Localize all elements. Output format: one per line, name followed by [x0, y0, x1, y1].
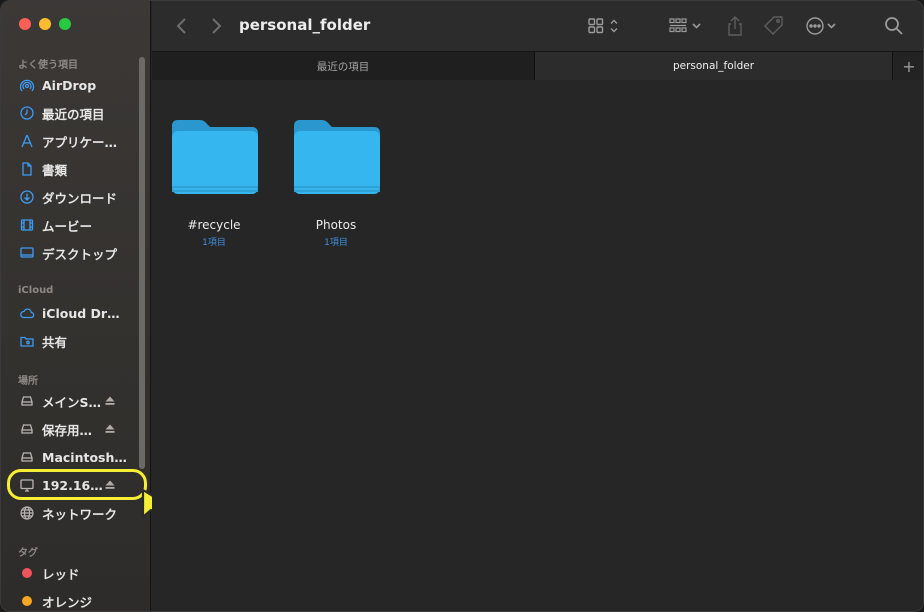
folder-name: Photos [315, 218, 357, 232]
sidebar-item-label: アプリケー… [42, 134, 118, 150]
file-browser: #recycle 1項目 Photos 1項目 [152, 81, 923, 611]
tag-button[interactable] [762, 14, 786, 38]
sidebar-item-network[interactable]: ネットワーク [19, 502, 139, 524]
sidebar-item-documents[interactable]: 書類 [19, 158, 139, 180]
tag-orange-dot-icon [22, 596, 32, 606]
tab-bar: 最近の項目 personal_folder + [152, 52, 923, 80]
tag-icon [764, 16, 783, 35]
folder-item-recycle[interactable]: #recycle 1項目 [159, 116, 269, 248]
folder-item-count: 1項目 [202, 238, 226, 248]
sidebar-item-tag-red[interactable]: レッド [19, 562, 139, 584]
ellipsis-circle-icon [806, 17, 836, 35]
minimize-window-button[interactable] [39, 18, 51, 30]
sidebar-item-recents[interactable]: 最近の項目 [19, 102, 139, 124]
sidebar-item-label: レッド [42, 566, 80, 582]
airdrop-icon [19, 77, 35, 93]
sidebar-item-label: AirDrop [42, 77, 97, 93]
folder-name: #recycle [187, 218, 241, 232]
finder-window: よく使う項目 AirDrop 最近の項目 アプリケー… 書類 ダウンロード ムー… [0, 0, 924, 612]
sidebar-item-tag-orange[interactable]: オレンジ [19, 590, 139, 611]
sidebar-item-desktop[interactable]: デスクトップ [19, 242, 139, 264]
sidebar-item-label: ネットワーク [42, 506, 118, 522]
film-icon [19, 217, 35, 233]
document-icon [19, 161, 35, 177]
sidebar-item-label: 共有 [42, 334, 68, 350]
search-button[interactable] [883, 14, 905, 38]
drive-icon [19, 449, 35, 465]
new-tab-button[interactable]: + [892, 52, 923, 80]
window-title: personal_folder [239, 16, 371, 34]
sidebar-item-macintosh[interactable]: Macintosh… [19, 446, 139, 468]
group-button[interactable] [668, 14, 706, 38]
window-controls [19, 18, 71, 30]
tag-red-dot-icon [22, 568, 32, 578]
applications-icon [19, 133, 35, 149]
sidebar-item-label: メインS… [42, 394, 102, 410]
highlight-annotation [7, 469, 147, 500]
cloud-icon [19, 305, 35, 321]
sidebar-item-label: ムービー [42, 218, 93, 234]
icloud-header: iCloud [18, 285, 54, 296]
sidebar-item-drive-main[interactable]: メインS… [19, 390, 139, 412]
action-menu-button[interactable] [804, 14, 840, 38]
group-grid-icon [669, 18, 701, 33]
network-globe-icon [19, 505, 35, 521]
sidebar-item-applications[interactable]: アプリケー… [19, 130, 139, 152]
download-icon [19, 189, 35, 205]
share-button[interactable] [725, 14, 745, 38]
sidebar-item-shared[interactable]: 共有 [19, 330, 139, 352]
desktop-icon [19, 245, 35, 261]
share-icon [728, 16, 742, 36]
folder-icon [294, 120, 380, 194]
locations-header: 場所 [18, 376, 38, 387]
sidebar-item-movies[interactable]: ムービー [19, 214, 139, 236]
search-icon [885, 17, 903, 35]
shared-folder-icon [19, 333, 35, 349]
back-chevron-icon[interactable] [172, 15, 192, 37]
zoom-window-button[interactable] [59, 18, 71, 30]
sidebar-item-label: ダウンロード [42, 190, 118, 206]
sidebar-item-airdrop[interactable]: AirDrop [19, 74, 139, 96]
clock-icon [19, 105, 35, 121]
tab-recents[interactable]: 最近の項目 [152, 52, 535, 80]
sidebar-item-icloud-drive[interactable]: iCloud Drive [19, 302, 139, 324]
sidebar-item-label: 保存用… [42, 422, 93, 438]
drive-icon [19, 421, 35, 437]
favorites-header: よく使う項目 [18, 60, 78, 71]
sidebar: よく使う項目 AirDrop 最近の項目 アプリケー… 書類 ダウンロード ムー… [1, 1, 151, 611]
folder-icon [172, 120, 258, 194]
toolbar: personal_folder [152, 1, 923, 52]
eject-icon[interactable] [104, 395, 116, 407]
eject-icon[interactable] [104, 423, 116, 435]
sidebar-item-label: デスクトップ [42, 246, 118, 262]
tab-personal-folder[interactable]: personal_folder [535, 52, 892, 80]
sidebar-item-label: iCloud Drive [42, 305, 122, 321]
folder-item-photos[interactable]: Photos 1項目 [281, 116, 391, 248]
drive-icon [19, 393, 35, 409]
view-mode-button[interactable] [587, 14, 621, 38]
sidebar-item-label: オレンジ [42, 594, 93, 610]
sidebar-item-label: 最近の項目 [42, 106, 105, 122]
tags-header: タグ [18, 548, 38, 559]
sidebar-item-drive-storage[interactable]: 保存用… [19, 418, 139, 440]
sidebar-item-downloads[interactable]: ダウンロード [19, 186, 139, 208]
forward-chevron-icon[interactable] [206, 15, 226, 37]
sidebar-item-label: Macintosh… [42, 449, 127, 465]
grid-view-icon [588, 18, 618, 34]
sidebar-scrollbar[interactable] [139, 57, 145, 469]
folder-item-count: 1項目 [324, 238, 348, 248]
close-window-button[interactable] [19, 18, 31, 30]
sidebar-item-label: 書類 [42, 162, 68, 178]
